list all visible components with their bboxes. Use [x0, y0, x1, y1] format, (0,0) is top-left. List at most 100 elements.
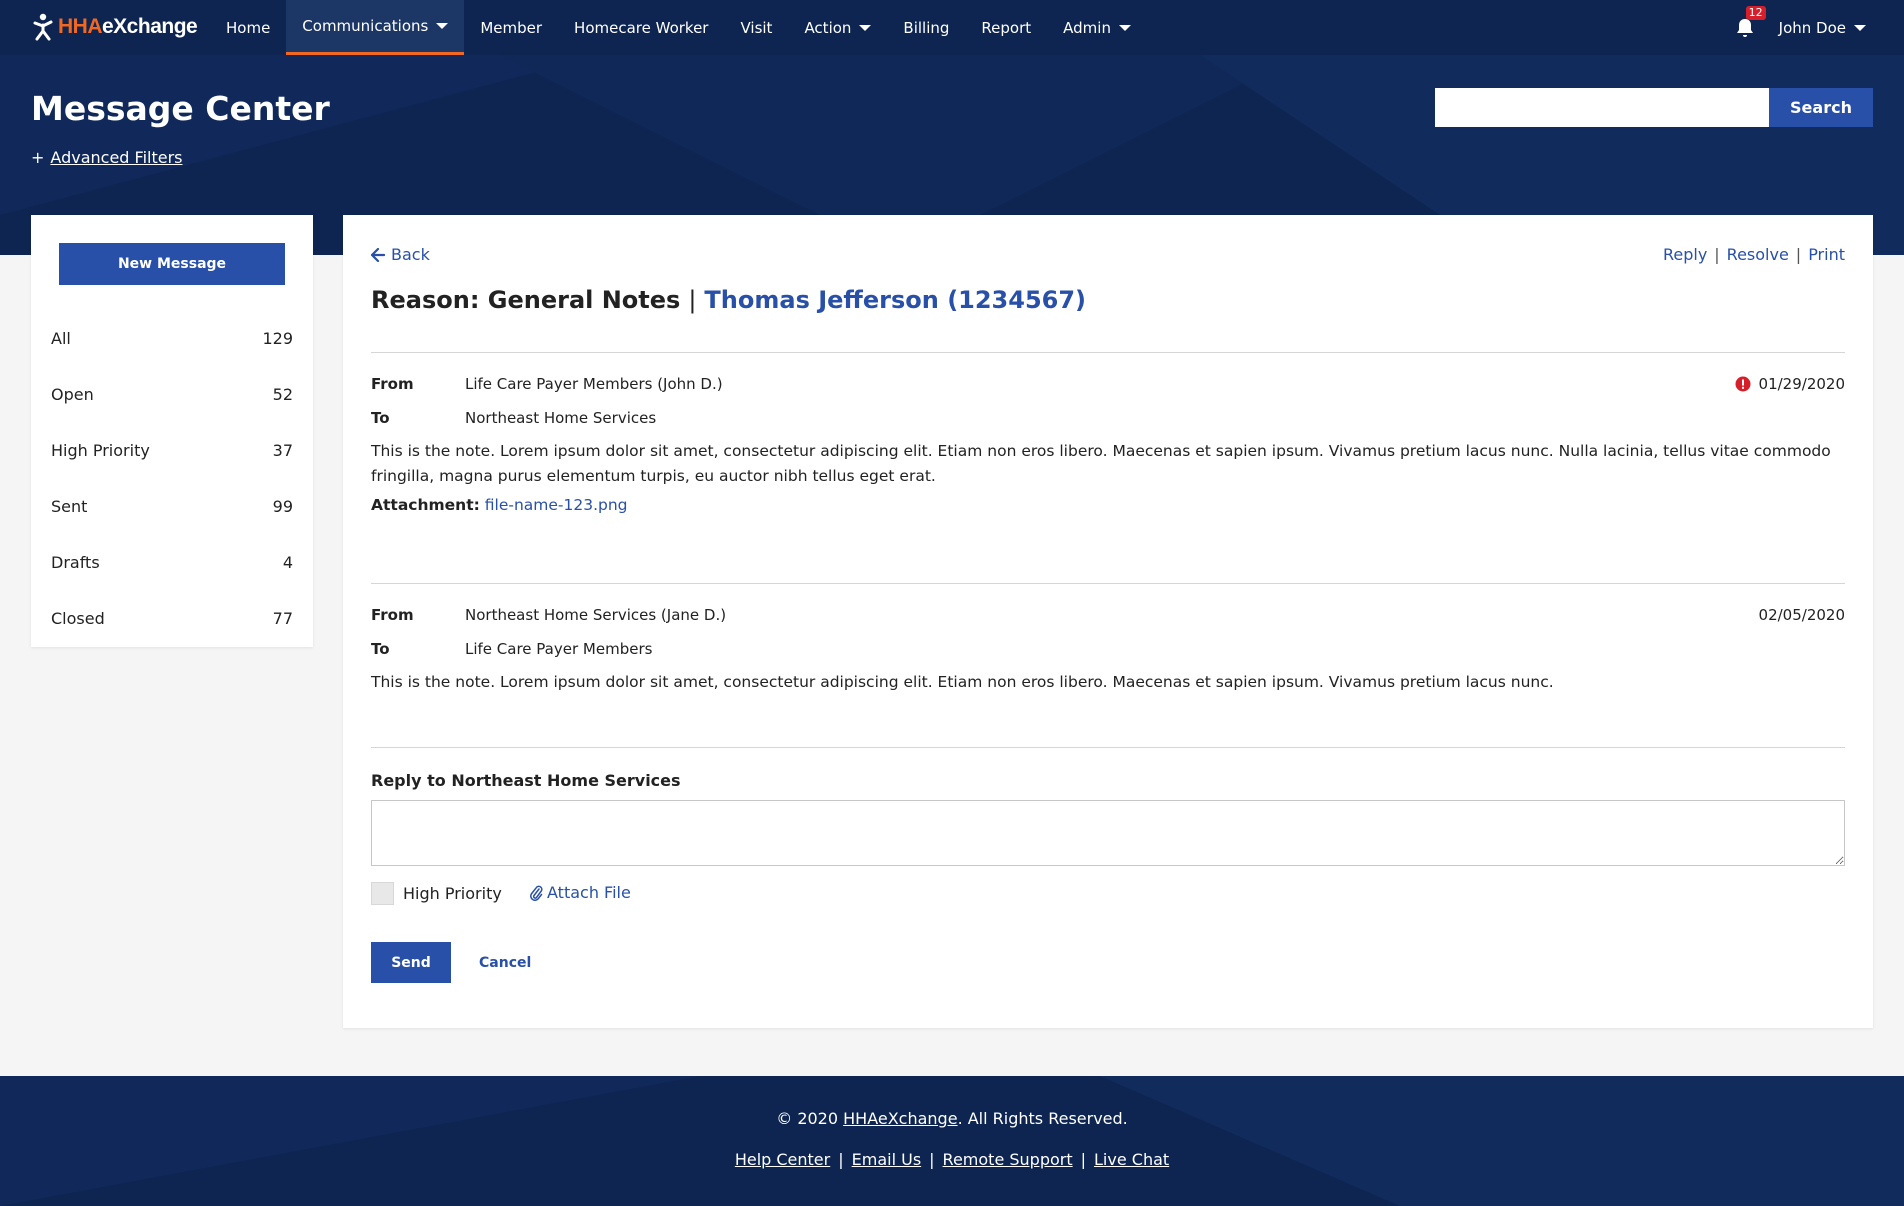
- arrow-left-icon: [371, 247, 385, 262]
- message-date: 01/29/2020: [1735, 375, 1845, 393]
- advanced-filters-link[interactable]: Advanced Filters: [50, 148, 182, 167]
- chevron-down-icon: [1118, 24, 1131, 31]
- alert-circle-icon: [1735, 376, 1751, 392]
- nav-admin[interactable]: Admin: [1047, 0, 1147, 55]
- message-attachment: Attachment: file-name-123.png: [371, 496, 628, 514]
- email-us-link[interactable]: Email Us: [852, 1150, 922, 1169]
- folder-count: 77: [272, 608, 293, 628]
- remote-support-link[interactable]: Remote Support: [943, 1150, 1073, 1169]
- user-menu[interactable]: John Doe: [1779, 19, 1866, 37]
- attachment-link[interactable]: file-name-123.png: [485, 496, 628, 514]
- reply-textarea[interactable]: [371, 800, 1845, 866]
- folder-count: 52: [272, 384, 293, 404]
- nav-homecare-worker-label: Homecare Worker: [574, 18, 709, 37]
- new-message-button[interactable]: New Message: [59, 243, 285, 285]
- folder-count: 129: [262, 328, 293, 348]
- nav-report-label: Report: [981, 18, 1032, 37]
- copyright-prefix: © 2020: [776, 1109, 839, 1128]
- message-date-text: 01/29/2020: [1758, 375, 1845, 393]
- nav-action[interactable]: Action: [788, 0, 887, 55]
- folder-label: Open: [51, 384, 94, 404]
- notifications-button[interactable]: 12: [1733, 5, 1766, 40]
- nav-visit[interactable]: Visit: [724, 0, 788, 55]
- heading-separator: |: [688, 286, 697, 314]
- folder-item-open[interactable]: Open 52: [31, 366, 313, 422]
- footer-separator: |: [1080, 1150, 1087, 1169]
- nav-communications-label: Communications: [302, 17, 429, 35]
- message-body: This is the note. Lorem ipsum dolor sit …: [371, 673, 1554, 691]
- chevron-down-icon: [1854, 24, 1866, 31]
- footer-background-pattern: [0, 1076, 1904, 1206]
- plus-icon: +: [31, 148, 45, 167]
- nav-report[interactable]: Report: [965, 0, 1047, 55]
- divider: [371, 583, 1845, 584]
- to-label: To: [371, 409, 390, 427]
- footer-links: Help Center | Email Us | Remote Support | Live…: [0, 1150, 1904, 1169]
- copyright-suffix: . All Rights Reserved.: [957, 1109, 1128, 1128]
- company-link[interactable]: HHAeXchange: [843, 1109, 957, 1128]
- nav-home[interactable]: Home: [210, 0, 286, 55]
- folder-count: 99: [272, 496, 293, 516]
- nav-billing[interactable]: Billing: [887, 0, 965, 55]
- back-label: Back: [391, 245, 430, 264]
- reply-link[interactable]: Reply: [1663, 245, 1707, 264]
- thread-heading: Reason: General Notes | Thomas Jefferson (…: [371, 286, 1086, 314]
- help-center-link[interactable]: Help Center: [735, 1150, 830, 1169]
- folder-label: Closed: [51, 608, 105, 628]
- main-menu: Home Communications Member Homecare Work…: [210, 0, 1147, 55]
- nav-communications[interactable]: Communications: [286, 0, 465, 55]
- send-button[interactable]: Send: [371, 942, 451, 983]
- brand-logo[interactable]: HHAeXchange: [32, 12, 198, 42]
- paperclip-icon: [530, 885, 543, 901]
- member-link[interactable]: Thomas Jefferson (1234567): [704, 286, 1086, 314]
- advanced-filters: + Advanced Filters: [31, 148, 182, 167]
- attach-file-label: Attach File: [547, 883, 631, 902]
- nav-action-label: Action: [804, 18, 852, 37]
- high-priority-checkbox[interactable]: [371, 882, 394, 905]
- search-input[interactable]: [1435, 88, 1769, 127]
- divider: [371, 352, 1845, 353]
- folder-item-sent[interactable]: Sent 99: [31, 478, 313, 534]
- folder-label: Sent: [51, 496, 88, 516]
- folder-item-high-priority[interactable]: High Priority 37: [31, 422, 313, 478]
- nav-visit-label: Visit: [740, 18, 773, 37]
- resolve-link[interactable]: Resolve: [1727, 245, 1789, 264]
- folder-label: All: [51, 328, 71, 348]
- message-folders-panel: New Message All 129 Open 52 High Priority 3…: [31, 215, 313, 647]
- high-priority-label: High Priority: [403, 884, 502, 903]
- live-chat-link[interactable]: Live Chat: [1094, 1150, 1169, 1169]
- folder-item-closed[interactable]: Closed 77: [31, 590, 313, 646]
- nav-billing-label: Billing: [903, 18, 950, 37]
- folder-count: 4: [282, 552, 293, 572]
- chevron-down-icon: [859, 24, 872, 31]
- nav-homecare-worker[interactable]: Homecare Worker: [558, 0, 724, 55]
- folder-item-all[interactable]: All 129: [31, 310, 313, 366]
- nav-member[interactable]: Member: [464, 0, 558, 55]
- print-link[interactable]: Print: [1808, 245, 1845, 264]
- message-to: Life Care Payer Members: [465, 640, 653, 658]
- search-button[interactable]: Search: [1769, 88, 1873, 127]
- cancel-button[interactable]: Cancel: [479, 955, 531, 971]
- notification-count-badge: 12: [1745, 5, 1766, 20]
- message-from: Northeast Home Services (Jane D.): [465, 606, 727, 624]
- message-thread-panel: Back Reply | Resolve | Print Reason: Gen…: [343, 215, 1873, 1028]
- back-link[interactable]: Back: [371, 245, 430, 264]
- to-label: To: [371, 640, 390, 658]
- from-label: From: [371, 606, 414, 624]
- from-label: From: [371, 375, 414, 393]
- brand-part-hha: HHA: [58, 15, 103, 38]
- folder-label: High Priority: [51, 440, 150, 460]
- reply-heading: Reply to Northeast Home Services: [371, 771, 681, 790]
- folder-list: All 129 Open 52 High Priority 37 Sent 99 Dra…: [31, 310, 313, 646]
- message-date: 02/05/2020: [1759, 606, 1845, 624]
- action-separator: |: [1714, 245, 1720, 264]
- divider: [371, 747, 1845, 748]
- message-to: Northeast Home Services: [465, 409, 657, 427]
- folder-item-drafts[interactable]: Drafts 4: [31, 534, 313, 590]
- footer-separator: |: [929, 1150, 935, 1169]
- user-name: John Doe: [1778, 18, 1846, 37]
- chevron-down-icon: [436, 23, 449, 29]
- folder-count: 37: [272, 440, 293, 460]
- attach-file-link[interactable]: Attach File: [529, 883, 631, 902]
- nav-right: 12 John Doe: [1733, 0, 1866, 55]
